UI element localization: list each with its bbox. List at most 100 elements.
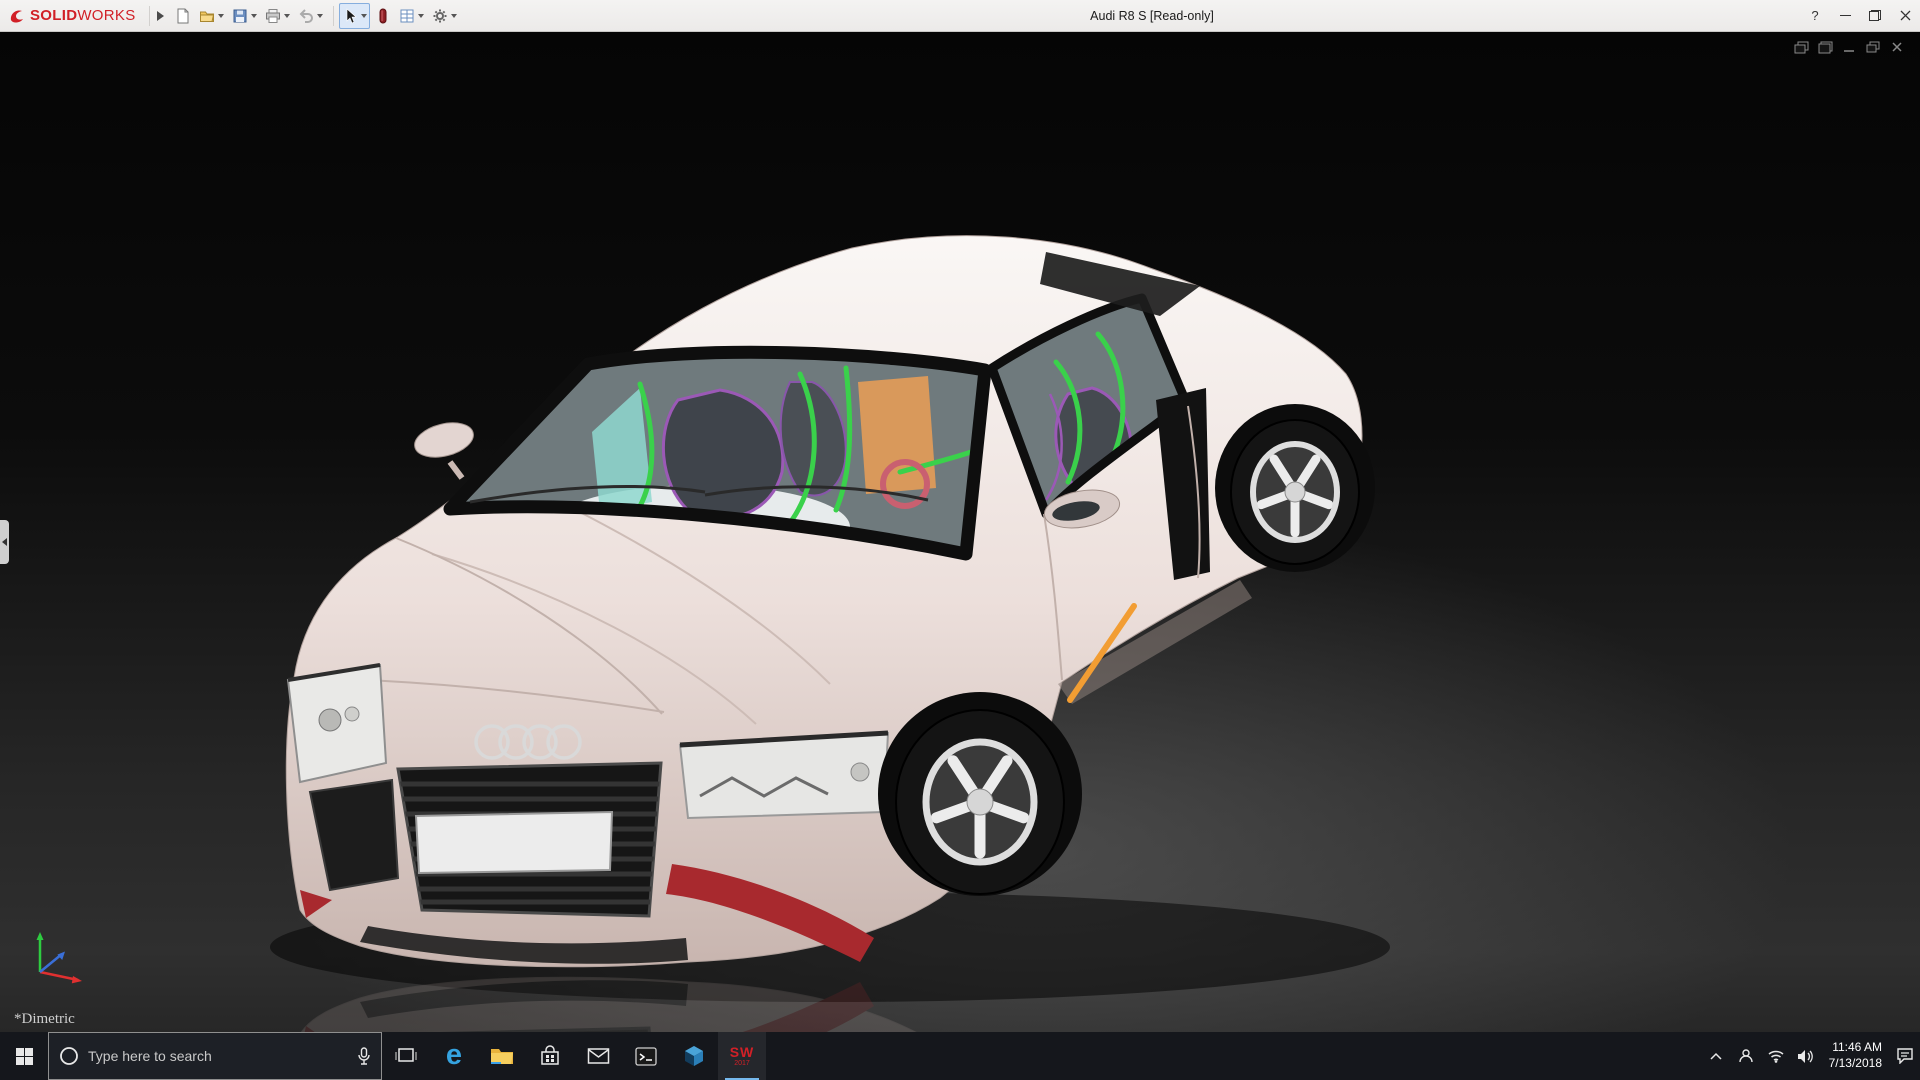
new-document-icon (175, 8, 191, 24)
cascade-icon (1818, 41, 1833, 54)
dropdown-caret[interactable] (418, 14, 424, 18)
dropdown-caret[interactable] (451, 14, 457, 18)
dropdown-caret[interactable] (284, 14, 290, 18)
action-center-icon (1896, 1048, 1914, 1064)
microphone-icon[interactable] (357, 1047, 371, 1066)
new-window-icon (1794, 41, 1809, 54)
chevron-up-icon (1710, 1052, 1722, 1060)
doc-minimize-button[interactable] (1840, 39, 1858, 55)
doc-cascade-button[interactable] (1816, 39, 1834, 55)
restore-icon (1869, 10, 1881, 21)
window-title: Audi R8 S [Read-only] (1090, 9, 1214, 23)
cortana-icon (59, 1046, 79, 1066)
volume-button[interactable] (1791, 1049, 1821, 1064)
task-view-icon (395, 1047, 417, 1065)
3d-viewer-app-button[interactable] (670, 1032, 718, 1080)
doc-restore-button[interactable] (1864, 39, 1882, 55)
minimize-button[interactable] (1830, 0, 1860, 31)
file-explorer-button[interactable] (478, 1032, 526, 1080)
save-button[interactable] (229, 3, 260, 29)
settings-gear-icon (432, 8, 448, 24)
dropdown-caret[interactable] (317, 14, 323, 18)
orientation-triad[interactable] (26, 924, 90, 986)
people-button[interactable] (1731, 1048, 1761, 1064)
undo-button[interactable] (295, 3, 326, 29)
brand-solid: SOLID (30, 7, 77, 24)
front-wheel[interactable] (896, 710, 1064, 894)
dassault-logo-icon (8, 7, 26, 25)
network-icon (1767, 1049, 1785, 1063)
view-orientation-label: *Dimetric (14, 1011, 75, 1028)
brand-works: WORKS (77, 7, 135, 24)
solidworks-icon: SW 2017 (730, 1045, 755, 1067)
save-icon (232, 8, 248, 24)
mail-icon (587, 1047, 610, 1065)
3d-cube-icon (683, 1045, 705, 1067)
license-plate (416, 812, 612, 873)
dropdown-caret[interactable] (218, 14, 224, 18)
terminal-button[interactable] (622, 1032, 670, 1080)
network-button[interactable] (1761, 1049, 1791, 1063)
left-headlight (288, 665, 386, 782)
brand-text: SOLIDWORKS (30, 7, 136, 24)
dropdown-caret[interactable] (361, 14, 367, 18)
minimize-icon (1843, 41, 1855, 53)
doc-close-button[interactable] (1888, 39, 1906, 55)
close-icon (1900, 10, 1911, 21)
solidworks-logo: SOLIDWORKS (8, 7, 136, 25)
terminal-icon (635, 1047, 657, 1066)
right-headlight (680, 733, 888, 818)
sheet-options-icon (399, 8, 415, 24)
select-arrow-icon (342, 8, 358, 24)
left-mirror (411, 417, 477, 478)
search-input[interactable] (88, 1048, 348, 1064)
volume-icon (1797, 1049, 1814, 1064)
people-icon (1738, 1048, 1754, 1064)
titlebar: SOLIDWORKS (0, 0, 1920, 32)
taskbar-search[interactable] (48, 1032, 382, 1080)
clock-time: 11:46 AM (1829, 1040, 1882, 1056)
close-icon (1891, 41, 1903, 53)
restore-button[interactable] (1860, 0, 1890, 31)
taskbar: e (0, 1032, 1920, 1080)
edge-button[interactable]: e (430, 1032, 478, 1080)
options-button[interactable] (429, 3, 460, 29)
doc-new-window-button[interactable] (1792, 39, 1810, 55)
open-button[interactable] (196, 3, 227, 29)
close-button[interactable] (1890, 0, 1920, 31)
solidworks-app-button[interactable]: SW 2017 (718, 1032, 766, 1080)
help-button[interactable]: ? (1800, 0, 1830, 31)
restore-icon (1866, 41, 1880, 53)
task-view-button[interactable] (382, 1032, 430, 1080)
sheet-options-button[interactable] (396, 3, 427, 29)
store-button[interactable] (526, 1032, 574, 1080)
document-window-controls (1792, 39, 1906, 55)
toolbar (172, 3, 462, 29)
dropdown-caret[interactable] (251, 14, 257, 18)
window-controls: ? (1800, 0, 1920, 31)
separator (149, 6, 150, 26)
edge-icon: e (446, 1041, 462, 1070)
appearance-icon (375, 8, 391, 24)
appearance-tool-button[interactable] (372, 3, 394, 29)
rear-wheel[interactable] (1231, 420, 1359, 564)
open-folder-icon (199, 8, 215, 24)
print-button[interactable] (262, 3, 293, 29)
minimize-icon (1840, 15, 1851, 16)
toolbar-expand-arrow[interactable] (157, 11, 164, 21)
tray-expand-button[interactable] (1701, 1052, 1731, 1060)
taskpane-collapse-tab[interactable] (0, 520, 9, 564)
undo-icon (298, 8, 314, 24)
system-tray: 11:46 AM 7/13/2018 (1701, 1032, 1920, 1080)
taskbar-clock[interactable]: 11:46 AM 7/13/2018 (1821, 1040, 1890, 1071)
select-tool-button[interactable] (339, 3, 370, 29)
viewport-3d[interactable]: *Dimetric (0, 32, 1920, 1032)
start-button[interactable] (0, 1032, 48, 1080)
new-document-button[interactable] (172, 3, 194, 29)
store-icon (539, 1045, 561, 1067)
mail-button[interactable] (574, 1032, 622, 1080)
action-center-button[interactable] (1890, 1048, 1920, 1064)
car-3d-model[interactable] (0, 32, 1920, 1032)
clock-date: 7/13/2018 (1829, 1056, 1882, 1072)
car-body-group[interactable] (286, 236, 1375, 967)
